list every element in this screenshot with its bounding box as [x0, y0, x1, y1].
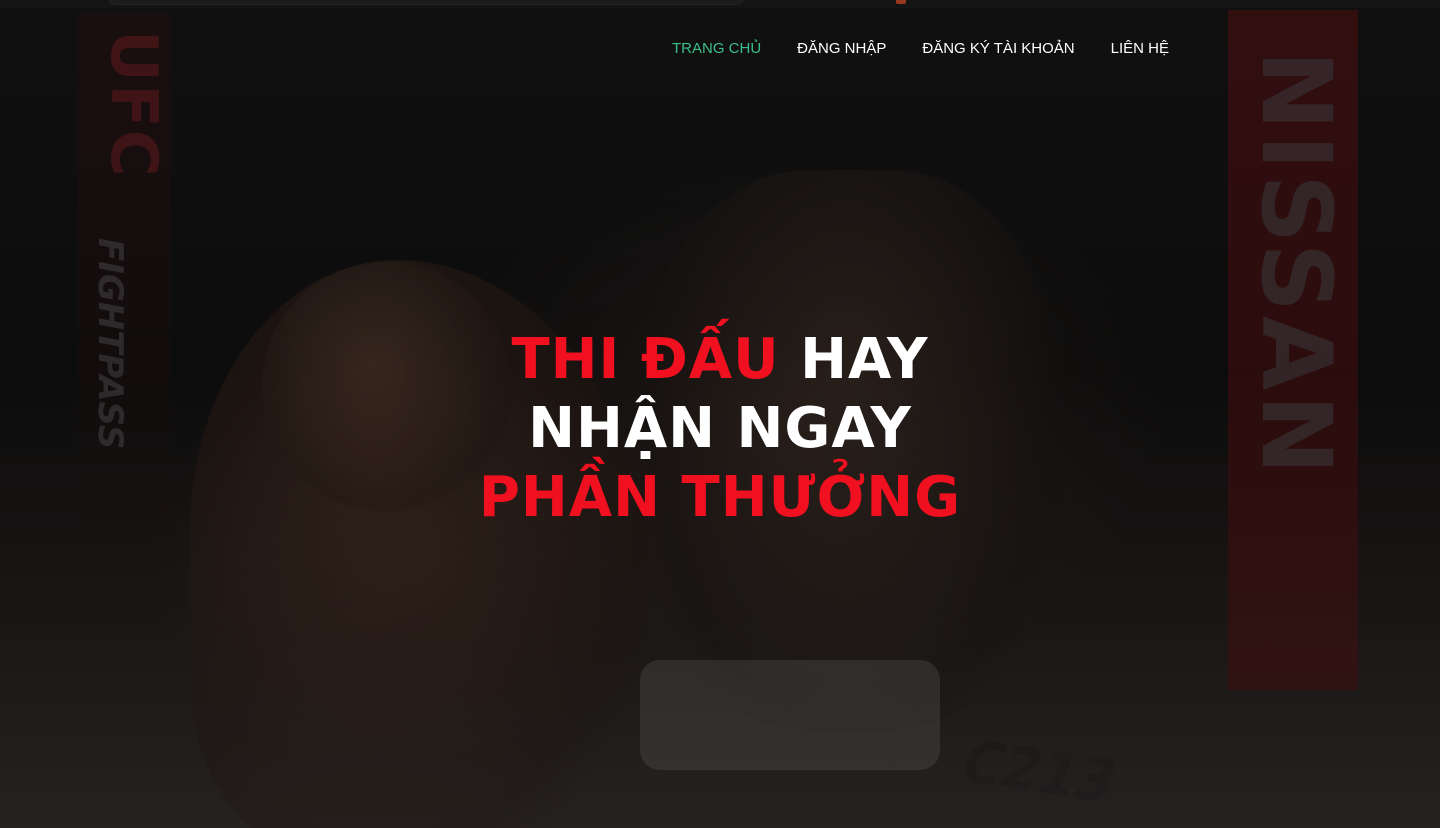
- hero-section: UFC FIGHTPASS NISSAN C213 TRANG CHỦ ĐĂNG…: [0, 0, 1440, 828]
- nav-item-register[interactable]: ĐĂNG KÝ TÀI KHOẢN: [922, 38, 1074, 60]
- nav-item-home[interactable]: TRANG CHỦ: [672, 38, 761, 60]
- hero-line-1-red: THI ĐẤU: [511, 327, 780, 392]
- nav-item-contact[interactable]: LIÊN HỆ: [1111, 38, 1169, 60]
- hero-line-1-white: HAY: [800, 327, 929, 392]
- hero-line-3: PHẦN THƯỞNG: [478, 465, 962, 530]
- nav-item-login[interactable]: ĐĂNG NHẬP: [797, 38, 886, 60]
- hero-line-2: NHẬN NGAY: [528, 396, 912, 461]
- hero-line-1: THI ĐẤU HAY: [0, 325, 1440, 394]
- hero-headline: THI ĐẤU HAY NHẬN NGAY PHẦN THƯỞNG: [0, 325, 1440, 532]
- main-nav: TRANG CHỦ ĐĂNG NHẬP ĐĂNG KÝ TÀI KHOẢN LI…: [672, 38, 1169, 60]
